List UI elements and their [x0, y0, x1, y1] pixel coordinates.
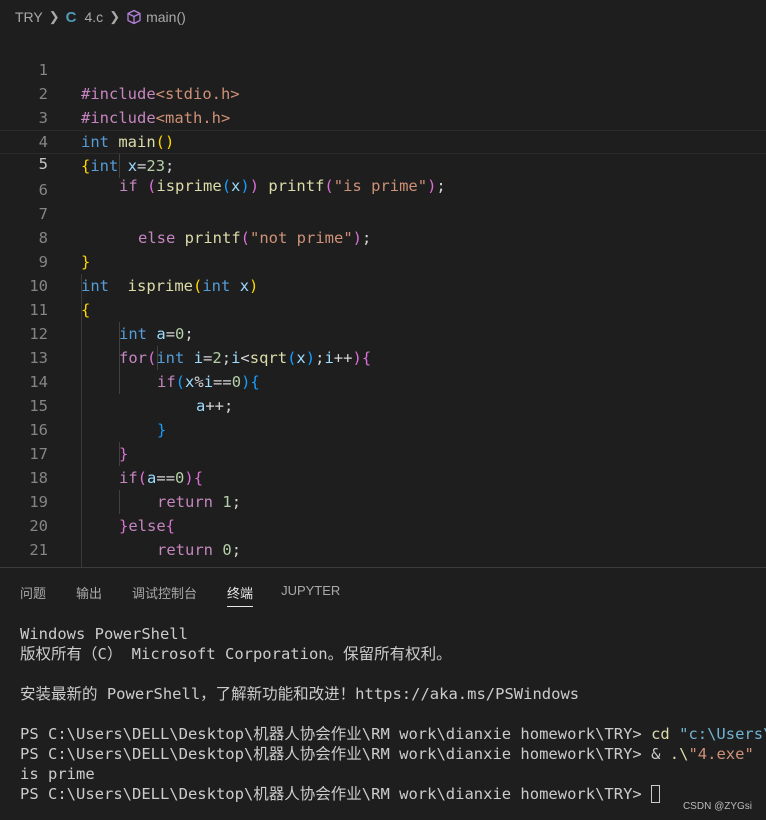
code-line[interactable]: 13 if(x%i==0){ — [0, 322, 766, 391]
code-line[interactable]: 6 — [0, 154, 766, 199]
terminal-line: PS C:\Users\DELL\Desktop\机器人协会作业\RM work… — [20, 724, 766, 744]
code-line[interactable]: 4 {int x=23; — [0, 106, 766, 175]
tab-debug-console[interactable]: 调试控制台 — [132, 583, 197, 602]
terminal-line: PS C:\Users\DELL\Desktop\机器人协会作业\RM work… — [20, 744, 754, 764]
terminal-line: is prime — [20, 765, 95, 783]
breadcrumb-file[interactable]: 4.c — [85, 9, 104, 25]
breadcrumb-symbol[interactable]: main() — [146, 9, 186, 25]
code-line[interactable]: 10 { — [0, 250, 766, 319]
terminal-command: cd — [651, 725, 670, 743]
code-line[interactable]: 12 for(int i=2;i<sqrt(x);i++){ — [0, 298, 766, 367]
terminal-argument: "c:\Users\ — [679, 725, 766, 743]
breadcrumb-folder[interactable]: TRY — [15, 9, 43, 25]
code-line[interactable]: 11 int a=0; — [0, 274, 766, 343]
terminal-line: 安装最新的 PowerShell，了解新功能和改进！https://aka.ms… — [20, 685, 580, 703]
code-line[interactable]: 3 int main() — [0, 82, 766, 151]
panel-tab-bar: 问题 输出 调试控制台 终端 JUPYTER — [0, 568, 766, 608]
tab-terminal[interactable]: 终端 — [227, 583, 254, 607]
terminal-line: PS C:\Users\DELL\Desktop\机器人协会作业\RM work… — [20, 784, 661, 804]
code-line[interactable]: 20 return 0; — [0, 490, 766, 559]
tab-jupyter[interactable]: JUPYTER — [281, 583, 340, 598]
terminal-operator: & — [651, 745, 661, 763]
terminal-output[interactable]: Windows PowerShell 版权所有（C） Microsoft Cor… — [20, 624, 766, 820]
breadcrumb: TRY ❯ C 4.c ❯ main() — [0, 0, 766, 34]
code-line[interactable]: 14 a++; — [0, 346, 766, 415]
code-editor[interactable]: 1 #include<stdio.h> 2 #include<math.h> 3… — [0, 34, 766, 567]
code-line[interactable]: 2 #include<math.h> — [0, 58, 766, 127]
code-line[interactable]: 16 } — [0, 394, 766, 463]
code-line[interactable]: 19 }else{ — [0, 466, 766, 535]
code-line-current[interactable]: 5 if (isprime(x)) printf("is prime"); — [0, 130, 766, 195]
chevron-right-icon: ❯ — [48, 9, 60, 24]
terminal-cursor — [651, 785, 661, 803]
terminal-line: 版权所有（C） Microsoft Corporation。保留所有权利。 — [20, 645, 452, 663]
code-line[interactable]: 9 int isprime(int x) — [0, 226, 766, 295]
c-language-icon: C — [65, 8, 77, 26]
watermark: CSDN @ZYGsi — [682, 801, 752, 812]
terminal-prompt: PS C:\Users\DELL\Desktop\机器人协会作业\RM work… — [20, 725, 652, 743]
chevron-right-icon: ❯ — [109, 9, 121, 24]
code-line[interactable]: 22 return 0; — [0, 538, 766, 567]
code-line[interactable]: 17 if(a==0){ — [0, 418, 766, 487]
tab-problems[interactable]: 问题 — [20, 583, 46, 602]
terminal-argument: "4.exe" — [688, 745, 754, 763]
code-line[interactable]: 15 } — [0, 370, 766, 439]
code-line[interactable]: 18 return 1; — [0, 442, 766, 511]
terminal-prompt: PS C:\Users\DELL\Desktop\机器人协会作业\RM work… — [20, 745, 652, 763]
terminal-prompt: PS C:\Users\DELL\Desktop\机器人协会作业\RM work… — [20, 785, 652, 803]
tab-output[interactable]: 输出 — [76, 583, 102, 602]
code-line[interactable]: 8 } — [0, 202, 766, 271]
method-cube-icon — [127, 9, 141, 25]
code-line[interactable]: 7 else printf("not prime"); — [0, 178, 766, 247]
code-line[interactable]: 21 } — [0, 514, 766, 567]
code-line[interactable]: 23 } — [0, 560, 766, 567]
code-line[interactable]: 1 #include<stdio.h> — [0, 34, 766, 103]
terminal-command: .\ — [669, 745, 689, 763]
terminal-line: Windows PowerShell — [20, 625, 188, 643]
